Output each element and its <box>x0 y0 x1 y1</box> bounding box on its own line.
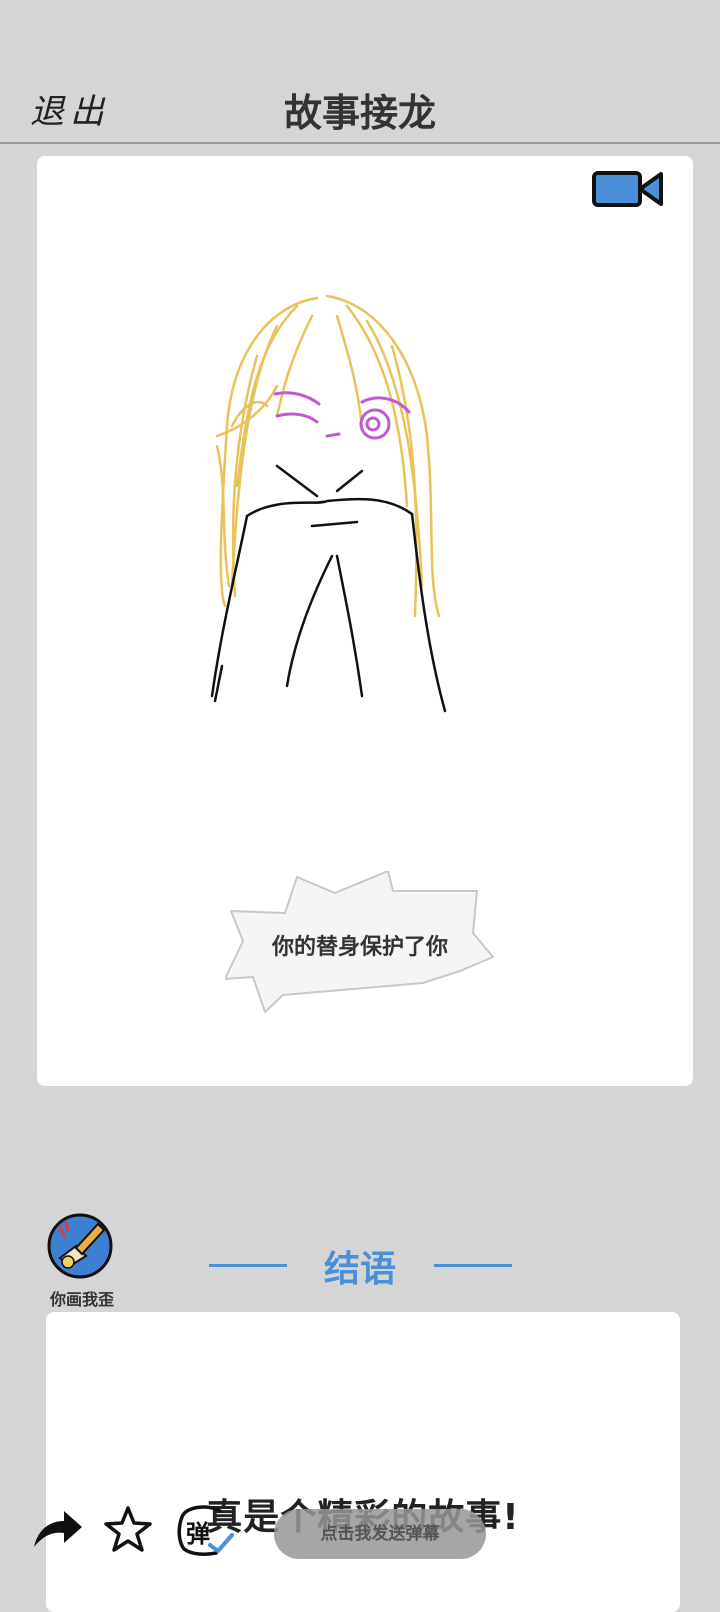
section-divider-right <box>434 1264 512 1267</box>
danmaku-toggle-icon[interactable]: 弹 <box>176 1503 236 1559</box>
danmaku-input[interactable]: 点击我发送弹幕 <box>274 1509 486 1559</box>
header-divider <box>0 142 720 144</box>
section-title: 结语 <box>323 1249 396 1290</box>
page-title: 故事接龙 <box>283 91 436 135</box>
story-drawing <box>210 294 447 713</box>
danmaku-glyph: 弹 <box>186 1520 210 1548</box>
share-arrow-icon[interactable] <box>30 1507 84 1551</box>
star-icon[interactable] <box>104 1505 152 1553</box>
section-divider-left <box>209 1264 287 1267</box>
header-bar: 退出 故事接龙 <box>0 0 720 144</box>
bottom-toolbar: 弹 点击我发送弹幕 <box>0 1495 720 1575</box>
video-camera-icon[interactable] <box>591 168 665 210</box>
story-card: 你的替身保护了你 <box>37 156 693 1086</box>
caption-bubble: 你的替身保护了你 <box>225 871 495 1017</box>
app-name-label: 你画我歪 <box>49 1290 114 1309</box>
app-logo-icon[interactable] <box>46 1212 114 1280</box>
caption-text: 你的替身保护了你 <box>271 935 448 960</box>
